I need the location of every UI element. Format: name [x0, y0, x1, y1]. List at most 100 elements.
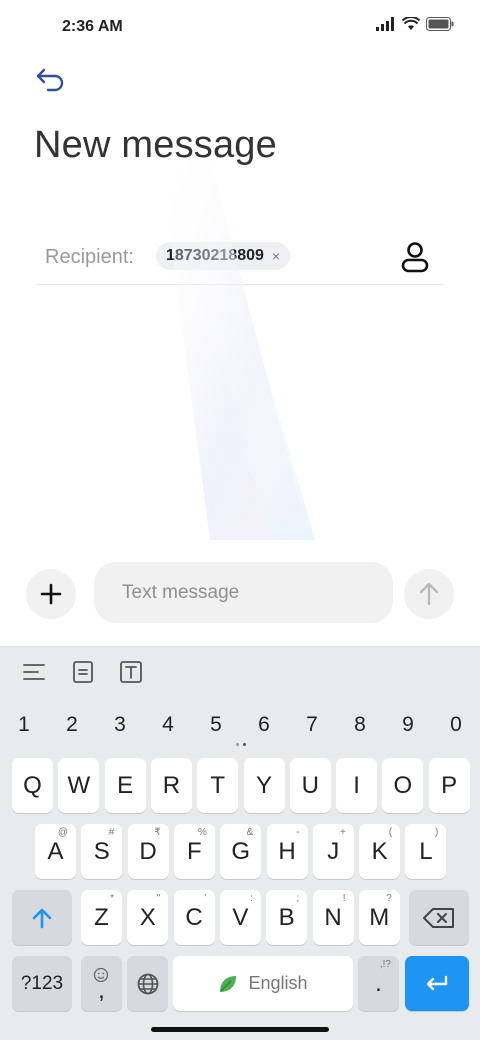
recipient-row: Recipient: 18730218809 × — [36, 232, 444, 285]
message-input[interactable] — [94, 562, 393, 623]
key-g[interactable]: & G — [220, 824, 262, 879]
number-key-5[interactable]: 5 — [196, 705, 236, 745]
number-key-6[interactable]: 6 — [244, 705, 284, 745]
recipient-chip-number: 18730218809 — [166, 247, 264, 264]
key-f-label: F — [187, 837, 202, 865]
key-k-label: K — [371, 837, 388, 865]
number-key-8[interactable]: 8 — [340, 705, 380, 745]
key-y[interactable]: Y — [243, 758, 285, 813]
add-attachment-button[interactable] — [26, 569, 76, 619]
contact-person-icon — [401, 242, 429, 273]
text-style-button[interactable] — [116, 657, 146, 687]
key-d[interactable]: ₹ D — [127, 824, 169, 879]
number-key-7[interactable]: 7 — [292, 705, 332, 745]
signal-icon — [376, 17, 394, 31]
key-d-sup: ₹ — [154, 827, 161, 838]
key-c-sup: ' — [204, 893, 207, 904]
recipient-label: Recipient: — [45, 246, 134, 268]
status-icons — [376, 17, 454, 31]
key-u[interactable]: U — [289, 758, 331, 813]
key-i[interactable]: I — [336, 758, 378, 813]
key-x-sup: " — [156, 893, 161, 904]
space-label-group: English — [218, 973, 308, 994]
key-o[interactable]: O — [382, 758, 424, 813]
key-q[interactable]: Q — [12, 758, 53, 813]
key-f[interactable]: % F — [173, 824, 215, 879]
send-arrow-icon — [419, 582, 439, 606]
status-time: 2:36 AM — [62, 18, 123, 35]
key-q-label: Q — [23, 771, 42, 799]
key-z-label: Z — [94, 903, 109, 931]
period-key[interactable]: ,!? . — [358, 956, 399, 1011]
shift-key[interactable] — [12, 890, 72, 945]
key-n-sup: ! — [342, 893, 346, 904]
backspace-key[interactable] — [409, 890, 469, 945]
globe-key[interactable] — [127, 956, 168, 1011]
key-m[interactable]: ? M — [358, 890, 400, 945]
shift-arrow-icon — [32, 908, 52, 928]
key-j-label: J — [327, 837, 340, 865]
key-m-label: M — [369, 903, 390, 931]
keyboard-menu-button[interactable] — [19, 657, 49, 687]
number-key-2[interactable]: 2 — [52, 705, 92, 745]
number-key-9[interactable]: 9 — [388, 705, 428, 745]
number-row: 1234567890 — [0, 705, 480, 745]
key-l-label: L — [419, 837, 433, 865]
decorative-sheen — [160, 160, 315, 540]
number-key-1[interactable]: 1 — [4, 705, 44, 745]
key-t[interactable]: T — [197, 758, 239, 813]
key-r[interactable]: R — [150, 758, 192, 813]
key-g-sup: & — [246, 827, 254, 838]
leaf-icon — [220, 975, 237, 992]
key-x-label: X — [139, 903, 156, 931]
number-key-3[interactable]: 3 — [100, 705, 140, 745]
clipboard-button[interactable] — [68, 657, 98, 687]
back-arrow-icon — [36, 68, 64, 92]
period-label: . — [375, 969, 382, 997]
back-button[interactable] — [28, 60, 72, 100]
number-key-0[interactable]: 0 — [436, 705, 476, 745]
key-k[interactable]: (K — [359, 824, 401, 879]
key-e[interactable]: E — [104, 758, 146, 813]
page-dot — [236, 743, 239, 746]
key-b-label: B — [278, 903, 295, 931]
period-key-sup: ,!? — [379, 959, 391, 970]
battery-icon — [426, 17, 454, 31]
recipient-chip[interactable]: 18730218809 × — [156, 242, 291, 270]
key-z[interactable]: * Z — [81, 890, 122, 945]
key-s[interactable]: # S — [81, 824, 123, 879]
key-a[interactable]: @ A — [35, 824, 76, 879]
key-m-sup: ? — [386, 893, 392, 904]
key-i-label: I — [353, 771, 360, 799]
key-row-1: QWER T Y U I OP — [0, 758, 480, 813]
key-w[interactable]: W — [58, 758, 100, 813]
page-dot-active — [243, 743, 246, 746]
key-s-label: S — [93, 837, 110, 865]
key-l[interactable]: ) L — [405, 824, 447, 879]
key-row-3: * Z " X ' C: V; B! N? M — [0, 890, 480, 945]
key-a-label: A — [47, 837, 64, 865]
comma-key[interactable]: , — [81, 956, 122, 1011]
key-s-sup: # — [108, 827, 115, 838]
key-p[interactable]: P — [428, 758, 470, 813]
key-r-label: R — [162, 771, 181, 799]
send-button[interactable] — [404, 569, 454, 619]
key-b-sup: ; — [296, 893, 300, 904]
contacts-button[interactable] — [398, 238, 432, 276]
symbols-key[interactable]: ?123 — [12, 956, 72, 1011]
space-key[interactable]: English — [173, 956, 353, 1011]
text-box-icon — [120, 661, 142, 683]
number-key-4[interactable]: 4 — [148, 705, 188, 745]
key-n[interactable]: ! N — [312, 890, 354, 945]
key-x[interactable]: " X — [127, 890, 169, 945]
enter-key[interactable] — [405, 956, 469, 1011]
status-bar: 2:36 AM — [0, 0, 480, 56]
home-indicator[interactable] — [151, 1027, 329, 1032]
key-b[interactable]: ; B — [266, 890, 308, 945]
key-c-label: C — [185, 903, 203, 931]
key-j[interactable]: + J — [312, 824, 354, 879]
key-v[interactable]: :V — [219, 890, 261, 945]
key-h[interactable]: -H — [266, 824, 308, 879]
chip-remove-icon[interactable]: × — [272, 248, 280, 264]
key-c[interactable]: ' C — [173, 890, 215, 945]
